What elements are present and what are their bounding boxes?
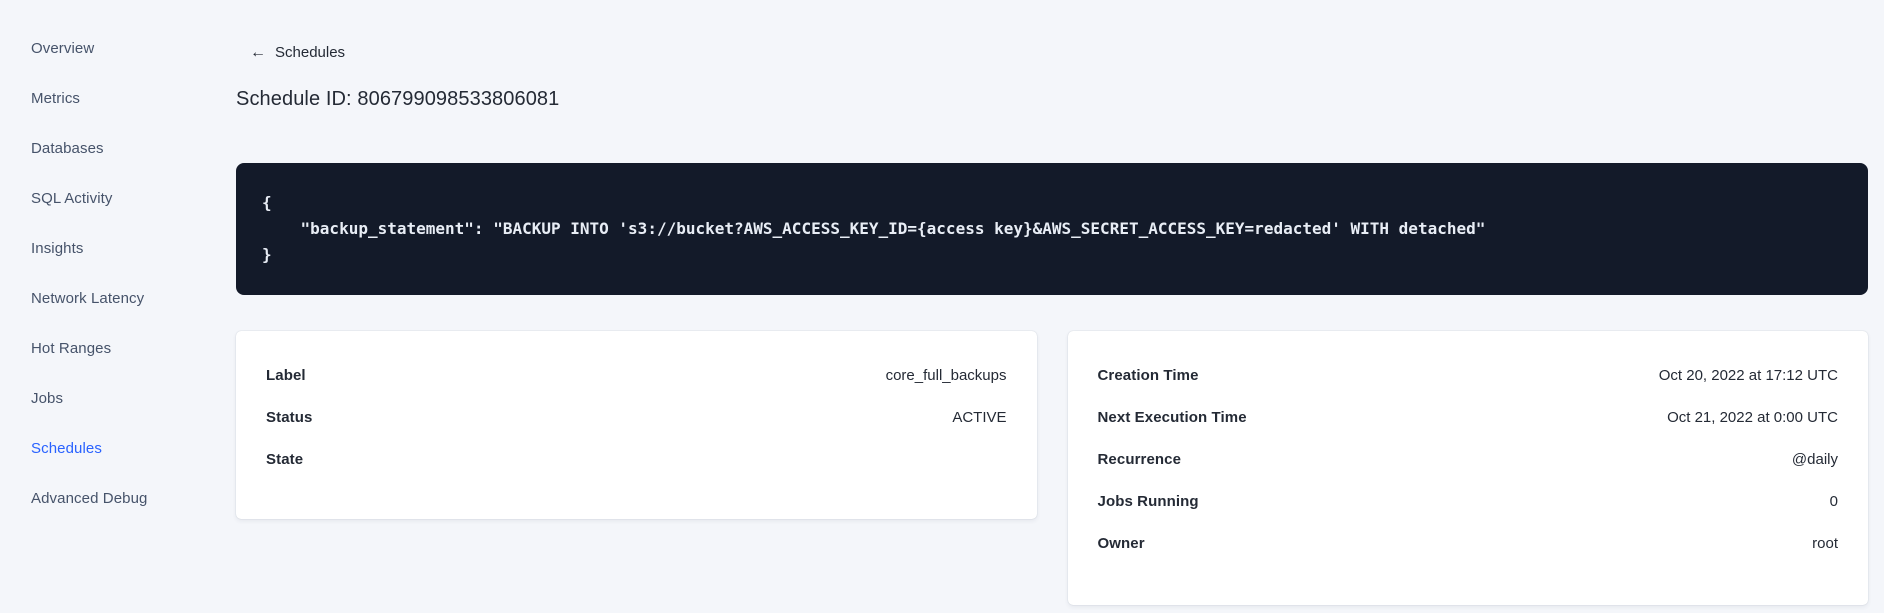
owner-key: Owner bbox=[1097, 535, 1145, 552]
status-value: ACTIVE bbox=[952, 409, 1007, 426]
status-key: Status bbox=[266, 409, 313, 426]
summary-cards-row: Label core_full_backups Status ACTIVE St… bbox=[236, 330, 1868, 605]
table-row: Owner root bbox=[1098, 523, 1839, 565]
schedule-timing-card: Creation Time Oct 20, 2022 at 17:12 UTC … bbox=[1067, 330, 1868, 605]
recurrence-key: Recurrence bbox=[1097, 451, 1182, 468]
back-to-schedules-link[interactable]: ← Schedules bbox=[236, 44, 345, 61]
next-execution-time-key: Next Execution Time bbox=[1097, 409, 1247, 426]
label-key: Label bbox=[266, 367, 306, 384]
sidebar-item-jobs[interactable]: Jobs bbox=[31, 373, 236, 423]
back-arrow-icon: ← bbox=[250, 43, 266, 61]
label-value: core_full_backups bbox=[885, 367, 1007, 384]
sidebar-nav: Overview Metrics Databases SQL Activity … bbox=[0, 0, 236, 613]
sidebar-item-advanced-debug[interactable]: Advanced Debug bbox=[31, 473, 236, 523]
next-execution-time-value: Oct 21, 2022 at 0:00 UTC bbox=[1667, 409, 1838, 426]
table-row: Creation Time Oct 20, 2022 at 17:12 UTC bbox=[1098, 355, 1839, 397]
sidebar-item-metrics[interactable]: Metrics bbox=[31, 73, 236, 123]
sidebar-item-insights[interactable]: Insights bbox=[31, 223, 236, 273]
app-root: Overview Metrics Databases SQL Activity … bbox=[0, 0, 1884, 613]
sidebar-item-hot-ranges[interactable]: Hot Ranges bbox=[31, 323, 236, 373]
table-row: Recurrence @daily bbox=[1098, 439, 1839, 481]
code-line: } bbox=[262, 244, 272, 264]
table-row: State bbox=[266, 439, 1007, 481]
sidebar-item-overview[interactable]: Overview bbox=[31, 23, 236, 73]
sidebar-item-network-latency[interactable]: Network Latency bbox=[31, 273, 236, 323]
recurrence-value: @daily bbox=[1791, 451, 1838, 468]
sidebar-item-databases[interactable]: Databases bbox=[31, 123, 236, 173]
table-row: Status ACTIVE bbox=[266, 397, 1007, 439]
main-content: ← Schedules Schedule ID: 806799098533806… bbox=[236, 0, 1868, 613]
table-row: Jobs Running 0 bbox=[1098, 481, 1839, 523]
jobs-running-key: Jobs Running bbox=[1097, 493, 1199, 510]
creation-time-value: Oct 20, 2022 at 17:12 UTC bbox=[1658, 367, 1838, 384]
code-line: "backup_statement": "BACKUP INTO 's3://b… bbox=[262, 218, 1486, 238]
schedule-statement-code-block: { "backup_statement": "BACKUP INTO 's3:/… bbox=[236, 162, 1868, 295]
sidebar-item-sql-activity[interactable]: SQL Activity bbox=[31, 173, 236, 223]
page-title: Schedule ID: 806799098533806081 bbox=[236, 87, 560, 110]
state-key: State bbox=[266, 451, 304, 468]
back-link-label: Schedules bbox=[275, 44, 346, 61]
code-line: { bbox=[262, 192, 272, 212]
owner-value: root bbox=[1812, 535, 1838, 552]
jobs-running-value: 0 bbox=[1829, 493, 1838, 510]
table-row: Next Execution Time Oct 21, 2022 at 0:00… bbox=[1098, 397, 1839, 439]
schedule-label-status-card: Label core_full_backups Status ACTIVE St… bbox=[236, 330, 1037, 519]
creation-time-key: Creation Time bbox=[1097, 367, 1199, 384]
sidebar-item-schedules[interactable]: Schedules bbox=[31, 423, 236, 473]
table-row: Label core_full_backups bbox=[266, 355, 1007, 397]
